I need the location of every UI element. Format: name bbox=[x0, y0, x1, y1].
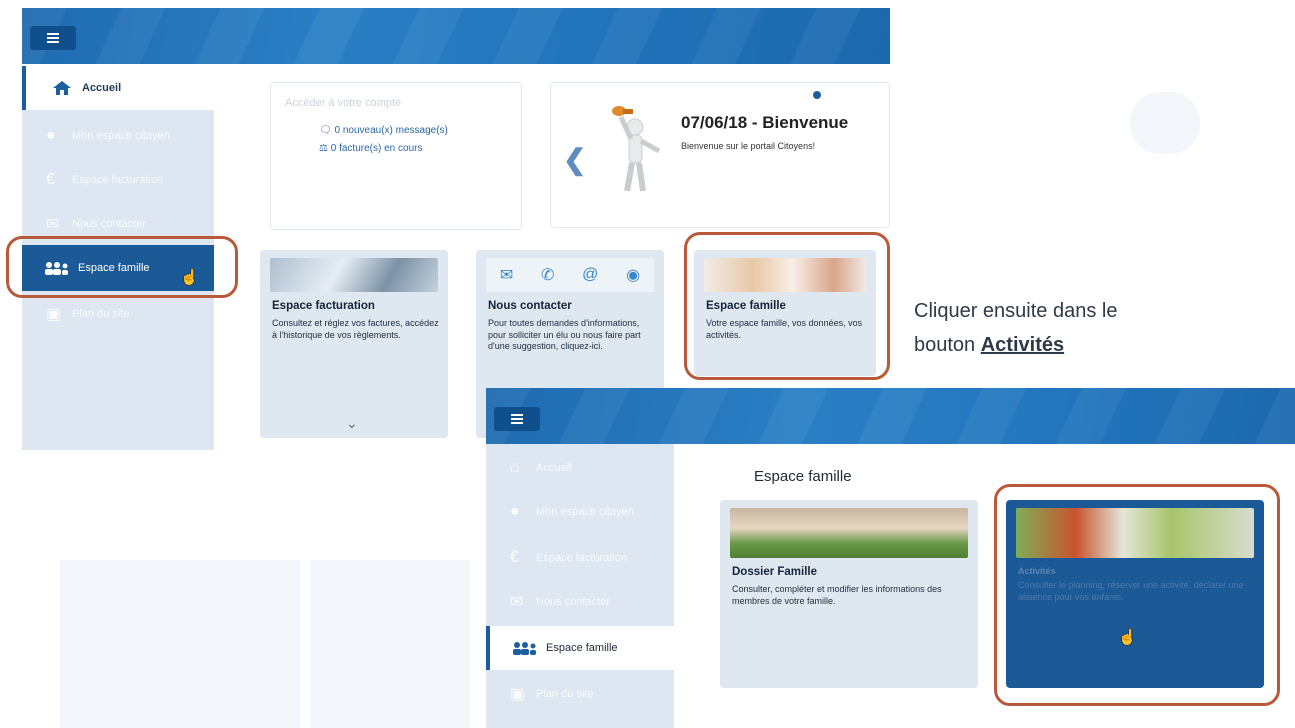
card-image bbox=[730, 508, 968, 558]
highlight-frame bbox=[6, 236, 238, 298]
background-ghost bbox=[1130, 92, 1200, 154]
chevron-down-icon[interactable]: ⌄ bbox=[346, 415, 358, 432]
sidebar-item-plan[interactable]: ▣ Plan du site bbox=[486, 672, 674, 716]
sidebar-item-label: Espace facturation bbox=[72, 174, 164, 186]
sidebar-item-facturation[interactable]: € Espace facturation bbox=[22, 158, 214, 202]
location-icon: ◉ bbox=[626, 267, 641, 284]
family-icon bbox=[513, 642, 536, 655]
sitemap-icon: ▣ bbox=[510, 686, 526, 703]
invoices-count: 0 facture(s) en cours bbox=[330, 143, 423, 154]
sitemap-icon: ▣ bbox=[46, 306, 62, 323]
menu-button[interactable] bbox=[30, 26, 76, 50]
balance-icon: ⚖ bbox=[319, 143, 328, 154]
phone-icon: ✆ bbox=[541, 267, 555, 284]
sidebar-item-label: Nous contacter bbox=[536, 596, 610, 608]
sidebar-item-label: Espace facturation bbox=[536, 552, 628, 564]
sidebar-item-label: Espace famille bbox=[546, 642, 618, 654]
instruction-line-1: Cliquer ensuite dans le bbox=[914, 300, 1118, 322]
envelope-icon: ✉ bbox=[46, 216, 60, 233]
sidebar-item-label: Mon espace citoyen bbox=[72, 130, 170, 142]
instruction-prefix: bouton bbox=[914, 334, 981, 356]
menu-button[interactable] bbox=[494, 407, 540, 431]
sidebar-item-label: Mon espace citoyen bbox=[536, 506, 634, 518]
instruction-text: Cliquer ensuite dans le bouton Activités bbox=[914, 294, 1117, 362]
carousel-title: 07/06/18 - Bienvenue bbox=[681, 113, 849, 132]
sidebar-item-contact[interactable]: ✉ Nous contacter bbox=[486, 580, 674, 624]
sidebar-item-facturation[interactable]: € Espace facturation bbox=[486, 536, 674, 580]
card-dossier-famille[interactable]: Dossier Famille Consulter, compléter et … bbox=[720, 500, 978, 688]
card-image: ✉ ✆ @ ◉ bbox=[486, 258, 654, 292]
chevron-left-icon[interactable]: ❮ bbox=[563, 143, 586, 176]
sidebar-item-accueil[interactable]: ⌂ Accueil bbox=[486, 446, 674, 490]
sidebar-item-label: Accueil bbox=[82, 82, 122, 94]
home-icon bbox=[53, 81, 71, 95]
instruction-line-2: bouton Activités bbox=[914, 328, 1117, 362]
account-box: Accéder à votre compte 🗨 0 nouveau(x) me… bbox=[270, 82, 522, 230]
top-bar bbox=[22, 8, 890, 64]
carousel-subtitle: Bienvenue sur le portail Citoyens! bbox=[681, 141, 816, 151]
hamburger-icon bbox=[47, 33, 59, 43]
messages-link[interactable]: 🗨 0 nouveau(x) message(s) bbox=[319, 125, 448, 136]
hamburger-icon bbox=[511, 414, 523, 424]
card-text: Consultez et réglez vos factures, accéde… bbox=[272, 318, 439, 340]
account-box-title: Accéder à votre compte bbox=[285, 97, 402, 109]
background-ghost bbox=[310, 560, 470, 728]
envelope-icon: ✉ bbox=[510, 594, 524, 611]
card-espace-facturation[interactable]: Espace facturation Consultez et réglez v… bbox=[260, 250, 448, 438]
highlight-frame bbox=[684, 232, 890, 380]
card-text: Pour toutes demandes d'informations, pou… bbox=[488, 318, 641, 351]
sidebar-item-label: Nous contacter bbox=[72, 218, 146, 230]
home-icon: ⌂ bbox=[510, 459, 520, 476]
sidebar-item-label: Accueil bbox=[536, 462, 572, 474]
envelope-icon: ✉ bbox=[499, 267, 514, 284]
megaphone-figure bbox=[612, 106, 661, 192]
news-carousel: ❮ 07/06/18 - Bienvenue Bienvenue sur le … bbox=[550, 82, 890, 228]
euro-icon: € bbox=[510, 549, 519, 566]
page-title: Espace famille bbox=[754, 468, 852, 485]
top-bar bbox=[486, 388, 1295, 444]
instruction-emphasis: Activités bbox=[980, 334, 1065, 356]
sidebar-item-mon-espace[interactable]: ● Mon espace citoyen bbox=[22, 114, 214, 158]
at-icon: @ bbox=[582, 266, 599, 283]
sidebar-item-label: Plan du site bbox=[536, 688, 594, 700]
comment-icon: 🗨 bbox=[319, 125, 332, 136]
card-title: Dossier Famille bbox=[732, 566, 818, 578]
sidebar-item-label: Plan du site bbox=[72, 308, 130, 320]
tutorial-composite: Accueil ● Mon espace citoyen € Espace fa… bbox=[0, 0, 1295, 728]
messages-count: 0 nouveau(x) message(s) bbox=[334, 125, 448, 136]
sidebar-item-mon-espace[interactable]: ● Mon espace citoyen bbox=[486, 490, 674, 534]
background-ghost bbox=[60, 560, 300, 728]
invoices-link[interactable]: ⚖ 0 facture(s) en cours bbox=[319, 143, 422, 154]
card-text: Consulter, compléter et modifier les inf… bbox=[732, 584, 942, 606]
user-icon: ● bbox=[510, 503, 520, 520]
card-title: Espace facturation bbox=[272, 300, 375, 312]
highlight-frame bbox=[994, 484, 1280, 706]
card-title: Nous contacter bbox=[488, 300, 572, 312]
user-icon: ● bbox=[46, 127, 56, 144]
sidebar-item-accueil[interactable]: Accueil bbox=[22, 66, 214, 110]
carousel-indicator[interactable] bbox=[813, 91, 821, 99]
euro-icon: € bbox=[46, 171, 55, 188]
card-image bbox=[270, 258, 438, 292]
sidebar-item-plan[interactable]: ▣ Plan du site bbox=[22, 292, 214, 336]
sidebar-item-famille[interactable]: Espace famille bbox=[486, 626, 674, 670]
